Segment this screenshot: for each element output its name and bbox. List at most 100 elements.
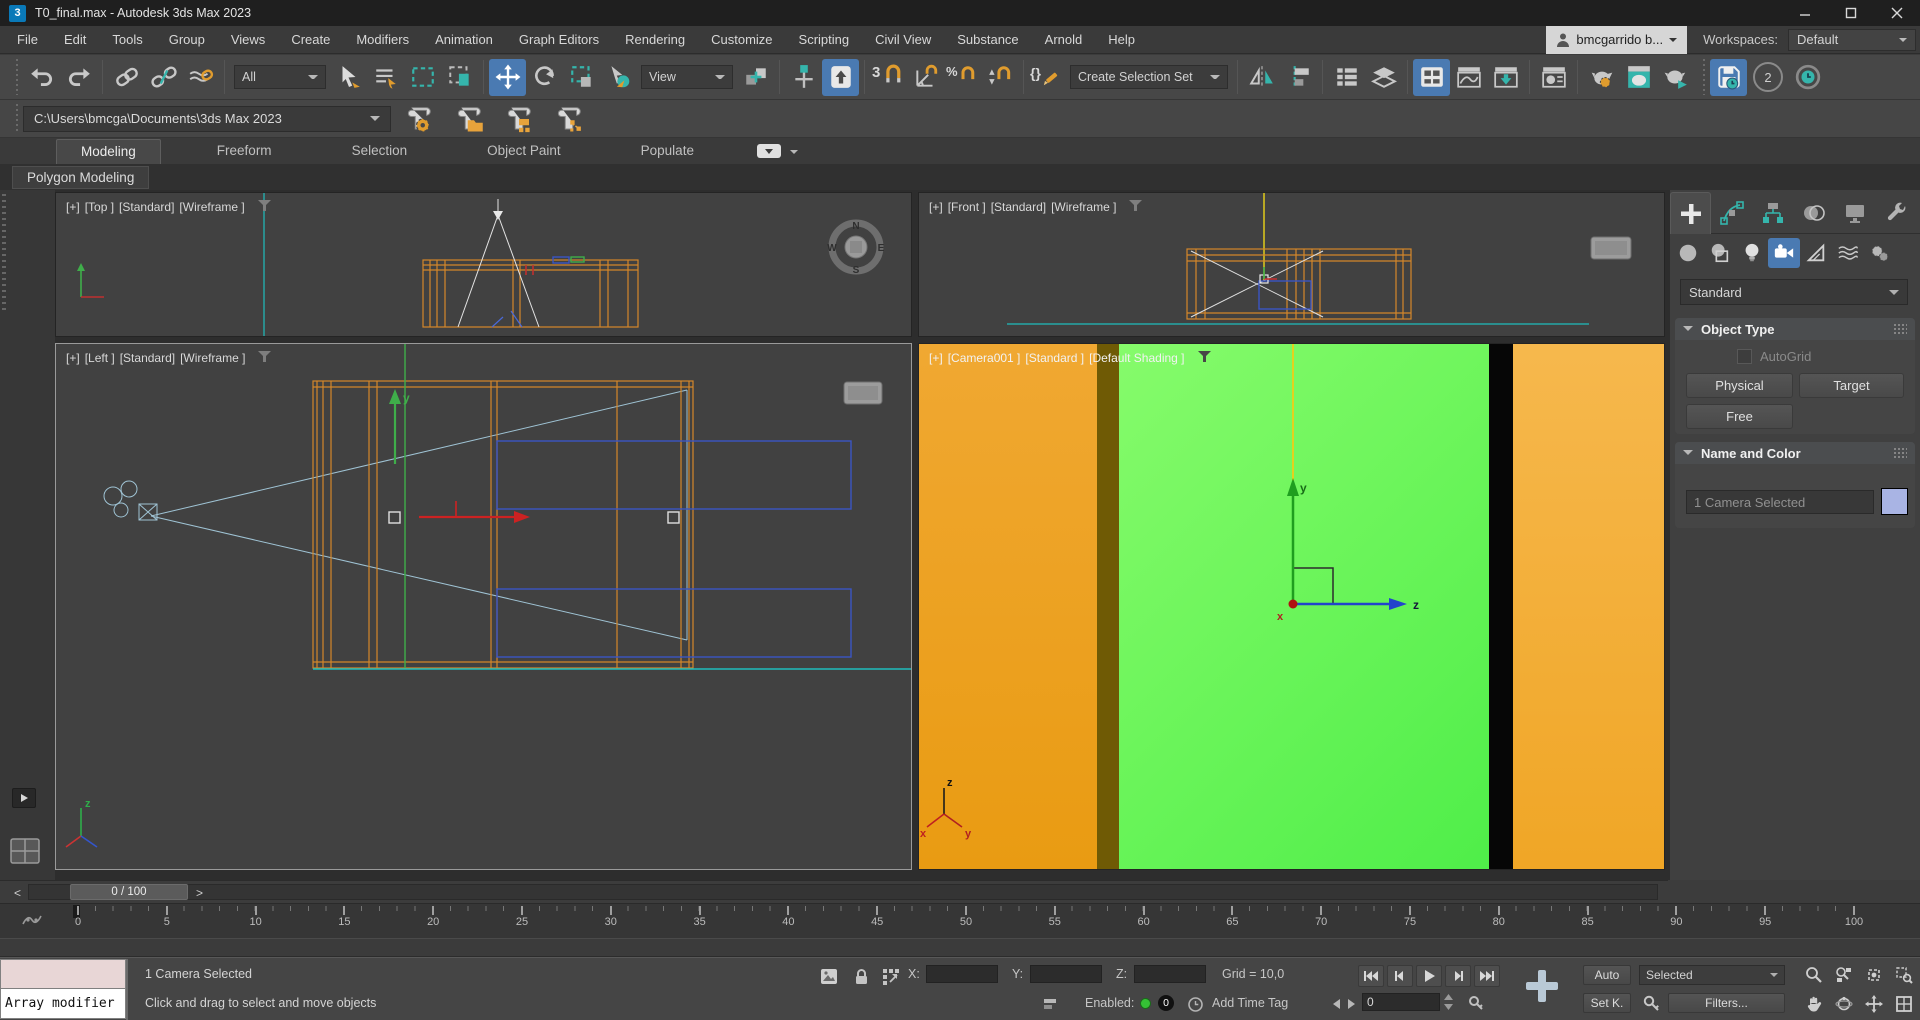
menu-customize[interactable]: Customize bbox=[698, 26, 785, 53]
zoom-all-button[interactable] bbox=[1829, 961, 1858, 989]
menu-civil-view[interactable]: Civil View bbox=[862, 26, 944, 53]
window-crossing-button[interactable] bbox=[441, 59, 478, 96]
camera-type-dropdown[interactable]: Standard bbox=[1680, 279, 1908, 305]
workspace-dropdown[interactable]: Default bbox=[1788, 29, 1916, 51]
cameras-category-button[interactable] bbox=[1768, 238, 1800, 268]
menu-rendering[interactable]: Rendering bbox=[612, 26, 698, 53]
zoom-button[interactable] bbox=[1799, 961, 1828, 989]
filter-funnel-icon[interactable] bbox=[1129, 200, 1142, 212]
track-bar[interactable] bbox=[0, 938, 1920, 957]
select-and-move-button[interactable] bbox=[489, 59, 526, 96]
go-to-start-button[interactable] bbox=[1358, 965, 1384, 987]
viewport-layout-button[interactable] bbox=[10, 838, 40, 864]
viewport-left[interactable]: [+][Left ][Standard][Wireframe ] bbox=[55, 343, 912, 870]
free-camera-button[interactable]: Free bbox=[1686, 404, 1793, 429]
hierarchy-tab[interactable] bbox=[1752, 192, 1793, 234]
listener-macro-row[interactable] bbox=[0, 959, 126, 989]
layout-tabs-expand-button[interactable] bbox=[12, 788, 36, 808]
material-editor-button[interactable] bbox=[1535, 59, 1572, 96]
project-settings-button[interactable] bbox=[397, 102, 441, 136]
menu-create[interactable]: Create bbox=[278, 26, 343, 53]
vp-front-seg--wireframe-[interactable]: [Wireframe ] bbox=[1051, 200, 1116, 214]
vp-front-seg--standard-[interactable]: [Standard] bbox=[991, 200, 1046, 214]
vp-left-seg--wireframe-[interactable]: [Wireframe ] bbox=[180, 351, 245, 365]
autogrid-checkbox[interactable] bbox=[1737, 349, 1752, 364]
utilities-tab[interactable] bbox=[1875, 192, 1916, 234]
app-icon[interactable]: 3 bbox=[9, 5, 26, 22]
compass-west-label[interactable]: W bbox=[827, 243, 837, 254]
compass-east-label[interactable]: E bbox=[878, 243, 885, 254]
autobackup-count-indicator[interactable]: 2 bbox=[1753, 62, 1783, 92]
create-tab[interactable] bbox=[1670, 192, 1711, 234]
mirror-button[interactable] bbox=[1243, 59, 1280, 96]
motion-tab[interactable] bbox=[1793, 192, 1834, 234]
menu-modifiers[interactable]: Modifiers bbox=[343, 26, 422, 53]
vp-left-seg--standard-[interactable]: [Standard] bbox=[120, 351, 175, 365]
x-coordinate-input[interactable] bbox=[926, 965, 998, 983]
toggle-ribbon-button[interactable] bbox=[1413, 59, 1450, 96]
orbit-button[interactable] bbox=[1829, 990, 1858, 1018]
spacewarps-category-button[interactable] bbox=[1832, 238, 1864, 268]
select-and-scale-button[interactable] bbox=[563, 59, 600, 96]
next-frame-arrow[interactable]: > bbox=[192, 885, 207, 900]
render-production-button[interactable] bbox=[1657, 59, 1694, 96]
key-filters-key-icon[interactable] bbox=[1641, 993, 1661, 1013]
vp-front-seg--front-[interactable]: [Front ] bbox=[948, 200, 986, 214]
lights-category-button[interactable] bbox=[1736, 238, 1768, 268]
rectangular-selection-region-button[interactable] bbox=[404, 59, 441, 96]
zoom-region-button[interactable] bbox=[1889, 961, 1918, 989]
project-folder-button[interactable] bbox=[447, 102, 491, 136]
select-by-name-button[interactable] bbox=[367, 59, 404, 96]
menu-edit[interactable]: Edit bbox=[51, 26, 99, 53]
absolute-offset-toggle[interactable] bbox=[880, 966, 902, 986]
percent-snap-button[interactable]: % bbox=[944, 59, 981, 96]
keyboard-shortcut-override-button[interactable] bbox=[822, 59, 859, 96]
curve-editor-button[interactable] bbox=[1450, 59, 1487, 96]
ribbon-minimize-caret-icon[interactable] bbox=[790, 150, 798, 158]
ribbon-tab-populate[interactable]: Populate bbox=[617, 139, 718, 164]
select-and-manipulate-button[interactable] bbox=[785, 59, 822, 96]
spinner-snap-button[interactable] bbox=[981, 59, 1018, 96]
key-filters-button[interactable]: Filters... bbox=[1668, 993, 1785, 1013]
project-toolbar-grip[interactable] bbox=[15, 104, 20, 133]
object-color-swatch[interactable] bbox=[1881, 488, 1908, 515]
viewport-front[interactable]: [+][Front ][Standard][Wireframe ] bbox=[918, 192, 1665, 337]
menu-help[interactable]: Help bbox=[1095, 26, 1148, 53]
viewport-camera[interactable]: [+][Camera001 ][Standard ][Default Shadi… bbox=[918, 343, 1665, 870]
set-key-button[interactable]: Set K. bbox=[1583, 993, 1631, 1013]
z-coordinate-input[interactable] bbox=[1134, 965, 1206, 983]
object-type-header[interactable]: Object Type bbox=[1675, 318, 1915, 340]
key-mode-previous-arrow[interactable] bbox=[1330, 994, 1344, 1014]
filter-funnel-icon[interactable] bbox=[1198, 351, 1211, 363]
vp-top-seg--standard-[interactable]: [Standard] bbox=[119, 200, 174, 214]
physical-camera-button[interactable]: Physical bbox=[1686, 373, 1793, 398]
snaps-toggle-button[interactable]: 3 bbox=[870, 59, 907, 96]
ribbon-tab-selection[interactable]: Selection bbox=[328, 139, 432, 164]
undo-button[interactable] bbox=[23, 59, 60, 96]
interactive-update-toggle[interactable] bbox=[1042, 994, 1058, 1014]
auto-key-button[interactable]: Auto bbox=[1583, 965, 1631, 985]
play-button[interactable] bbox=[1416, 965, 1442, 987]
menu-file[interactable]: File bbox=[4, 26, 51, 53]
maximize-viewport-toggle[interactable] bbox=[1889, 990, 1918, 1018]
display-tab[interactable] bbox=[1834, 192, 1875, 234]
user-account-button[interactable]: bmcgarrido b... bbox=[1546, 26, 1687, 54]
menu-substance[interactable]: Substance bbox=[944, 26, 1031, 53]
project-structure-button[interactable] bbox=[497, 102, 541, 136]
helpers-category-button[interactable] bbox=[1800, 238, 1832, 268]
menu-scripting[interactable]: Scripting bbox=[786, 26, 863, 53]
angle-snap-button[interactable] bbox=[907, 59, 944, 96]
name-color-header[interactable]: Name and Color bbox=[1675, 442, 1915, 464]
pan-2d-button[interactable] bbox=[1859, 990, 1888, 1018]
maximize-button[interactable] bbox=[1828, 0, 1874, 26]
modify-tab[interactable] bbox=[1711, 192, 1752, 234]
previous-frame-button[interactable] bbox=[1387, 965, 1413, 987]
autobackup-interval-indicator[interactable] bbox=[1789, 59, 1826, 96]
viewport-top[interactable]: [+][Top ][Standard][Wireframe ] bbox=[55, 192, 912, 337]
geometry-category-button[interactable] bbox=[1672, 238, 1704, 268]
time-slider-button[interactable]: 0 / 100 bbox=[70, 884, 188, 900]
menu-animation[interactable]: Animation bbox=[422, 26, 506, 53]
ribbon-tab-modeling[interactable]: Modeling bbox=[56, 139, 161, 164]
key-mode-toggle[interactable] bbox=[1466, 993, 1486, 1013]
project-path-dropdown[interactable]: C:\Users\bmcga\Documents\3ds Max 2023 bbox=[23, 106, 391, 132]
